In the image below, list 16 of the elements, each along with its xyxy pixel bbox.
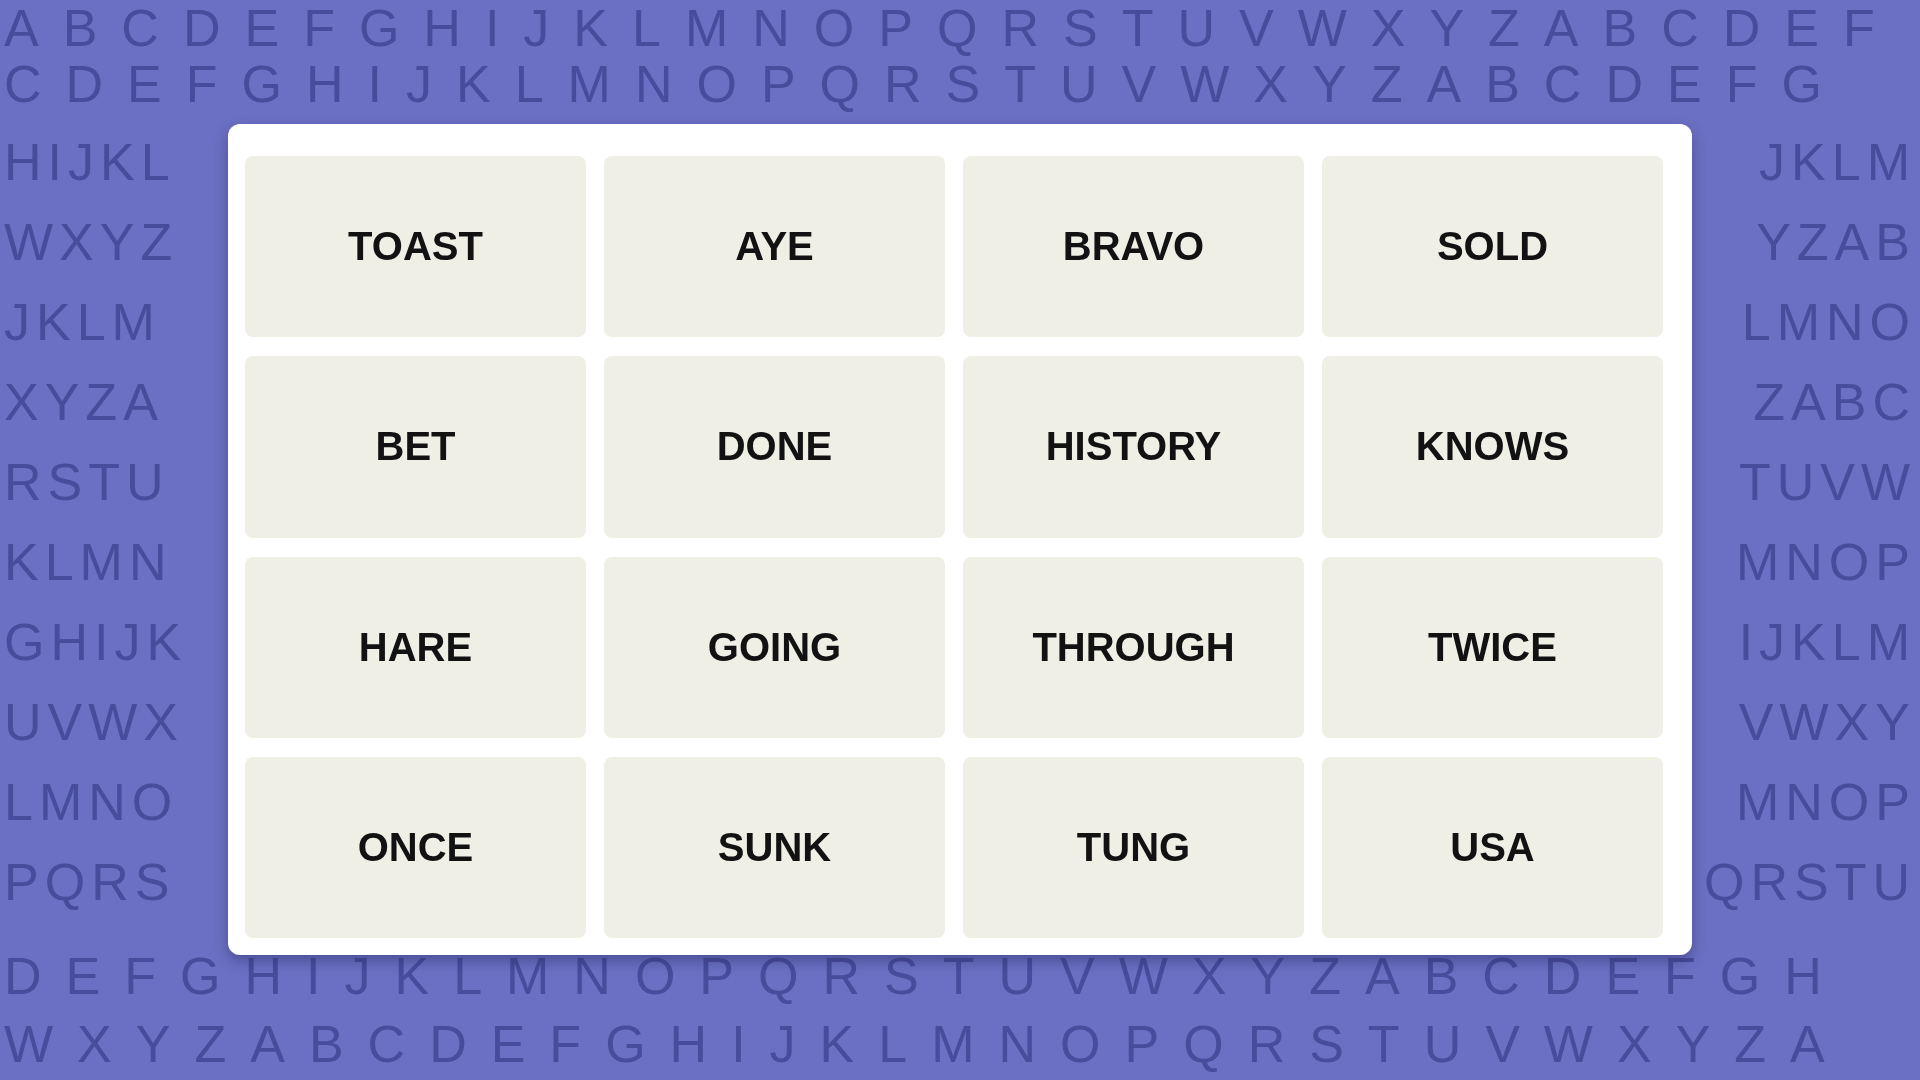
word-tile[interactable]: HISTORY — [963, 356, 1304, 538]
word-tile[interactable]: THROUGH — [963, 556, 1304, 738]
word-tile[interactable]: TWICE — [1322, 556, 1663, 738]
word-tile[interactable]: TUNG — [963, 756, 1304, 938]
word-tile[interactable]: GOING — [604, 556, 945, 738]
word-tile[interactable]: USA — [1322, 756, 1663, 938]
word-tile[interactable]: ONCE — [245, 756, 586, 938]
word-tile[interactable]: TOAST — [245, 156, 586, 338]
word-tile[interactable]: SOLD — [1322, 156, 1663, 338]
word-tile[interactable]: DONE — [604, 356, 945, 538]
word-tile[interactable]: BET — [245, 356, 586, 538]
word-tile[interactable]: KNOWS — [1322, 356, 1663, 538]
word-tile[interactable]: SUNK — [604, 756, 945, 938]
word-tile[interactable]: HARE — [245, 556, 586, 738]
word-tile[interactable]: BRAVO — [963, 156, 1304, 338]
word-tile[interactable]: AYE — [604, 156, 945, 338]
